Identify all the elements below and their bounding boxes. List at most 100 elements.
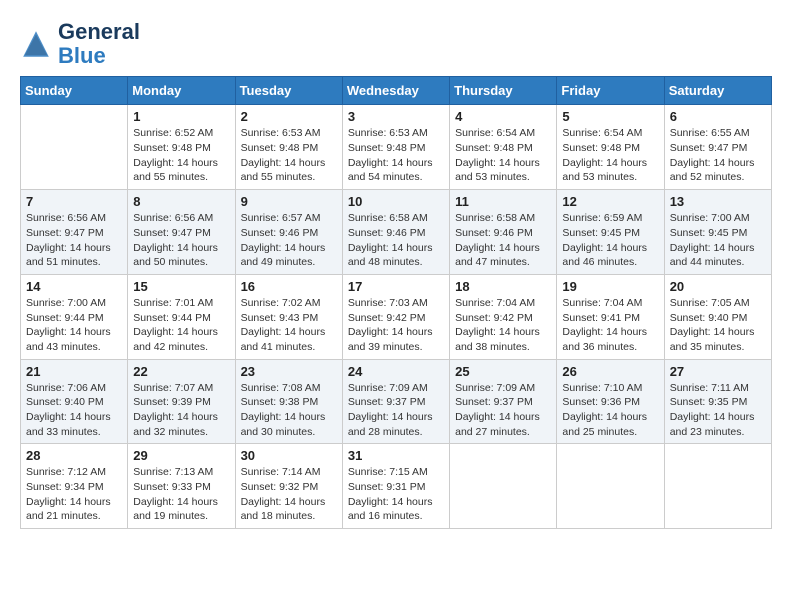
calendar-cell: 1 Sunrise: 6:52 AM Sunset: 9:48 PM Daylig…	[128, 105, 235, 190]
header-monday: Monday	[128, 77, 235, 105]
logo-text: GeneralBlue	[58, 20, 140, 68]
calendar-header-row: SundayMondayTuesdayWednesdayThursdayFrid…	[21, 77, 772, 105]
calendar-cell	[21, 105, 128, 190]
header-tuesday: Tuesday	[235, 77, 342, 105]
calendar-cell: 6 Sunrise: 6:55 AM Sunset: 9:47 PM Daylig…	[664, 105, 771, 190]
day-info: Sunrise: 7:01 AM Sunset: 9:44 PM Dayligh…	[133, 296, 229, 355]
calendar-cell: 31 Sunrise: 7:15 AM Sunset: 9:31 PM Dayli…	[342, 444, 449, 529]
calendar-cell: 23Sunrise: 7:08 AM Sunset: 9:38 PM Dayli…	[235, 359, 342, 444]
calendar-cell	[557, 444, 664, 529]
day-number: 27	[670, 364, 766, 379]
calendar-cell: 3Sunrise: 6:53 AM Sunset: 9:48 PM Daylig…	[342, 105, 449, 190]
logo: GeneralBlue	[20, 20, 140, 68]
day-info: Sunrise: 7:10 AM Sunset: 9:36 PM Dayligh…	[562, 381, 658, 440]
day-number: 20	[670, 279, 766, 294]
day-number: 1	[133, 109, 229, 124]
day-info: Sunrise: 6:54 AM Sunset: 9:48 PM Dayligh…	[455, 126, 551, 185]
day-info: Sunrise: 7:02 AM Sunset: 9:43 PM Dayligh…	[241, 296, 337, 355]
day-number: 25	[455, 364, 551, 379]
day-number: 22	[133, 364, 229, 379]
day-info: Sunrise: 7:11 AM Sunset: 9:35 PM Dayligh…	[670, 381, 766, 440]
day-number: 28	[26, 448, 122, 463]
day-number: 10	[348, 194, 444, 209]
day-info: Sunrise: 7:12 AM Sunset: 9:34 PM Dayligh…	[26, 465, 122, 524]
day-number: 30	[241, 448, 337, 463]
header-wednesday: Wednesday	[342, 77, 449, 105]
calendar-cell: 20 Sunrise: 7:05 AM Sunset: 9:40 PM Dayli…	[664, 274, 771, 359]
calendar-cell: 15 Sunrise: 7:01 AM Sunset: 9:44 PM Dayli…	[128, 274, 235, 359]
day-info: Sunrise: 6:55 AM Sunset: 9:47 PM Dayligh…	[670, 126, 766, 185]
calendar-cell: 9 Sunrise: 6:57 AM Sunset: 9:46 PM Daylig…	[235, 190, 342, 275]
calendar-cell: 27 Sunrise: 7:11 AM Sunset: 9:35 PM Dayli…	[664, 359, 771, 444]
day-number: 24	[348, 364, 444, 379]
header-sunday: Sunday	[21, 77, 128, 105]
day-number: 21	[26, 364, 122, 379]
calendar-cell: 21 Sunrise: 7:06 AM Sunset: 9:40 PM Dayli…	[21, 359, 128, 444]
day-number: 19	[562, 279, 658, 294]
day-number: 15	[133, 279, 229, 294]
week-row-2: 7 Sunrise: 6:56 AM Sunset: 9:47 PM Daylig…	[21, 190, 772, 275]
day-info: Sunrise: 7:08 AM Sunset: 9:38 PM Dayligh…	[241, 381, 337, 440]
day-number: 18	[455, 279, 551, 294]
calendar-cell: 29Sunrise: 7:13 AM Sunset: 9:33 PM Dayli…	[128, 444, 235, 529]
day-info: Sunrise: 6:54 AM Sunset: 9:48 PM Dayligh…	[562, 126, 658, 185]
day-number: 8	[133, 194, 229, 209]
day-info: Sunrise: 7:05 AM Sunset: 9:40 PM Dayligh…	[670, 296, 766, 355]
calendar-cell: 8 Sunrise: 6:56 AM Sunset: 9:47 PM Daylig…	[128, 190, 235, 275]
week-row-5: 28 Sunrise: 7:12 AM Sunset: 9:34 PM Dayli…	[21, 444, 772, 529]
calendar-cell: 2Sunrise: 6:53 AM Sunset: 9:48 PM Daylig…	[235, 105, 342, 190]
day-info: Sunrise: 7:14 AM Sunset: 9:32 PM Dayligh…	[241, 465, 337, 524]
calendar: SundayMondayTuesdayWednesdayThursdayFrid…	[20, 76, 772, 529]
calendar-cell	[450, 444, 557, 529]
calendar-cell: 16 Sunrise: 7:02 AM Sunset: 9:43 PM Dayli…	[235, 274, 342, 359]
day-info: Sunrise: 6:56 AM Sunset: 9:47 PM Dayligh…	[26, 211, 122, 270]
day-number: 29	[133, 448, 229, 463]
day-info: Sunrise: 6:57 AM Sunset: 9:46 PM Dayligh…	[241, 211, 337, 270]
day-info: Sunrise: 7:00 AM Sunset: 9:44 PM Dayligh…	[26, 296, 122, 355]
calendar-cell: 22 Sunrise: 7:07 AM Sunset: 9:39 PM Dayli…	[128, 359, 235, 444]
calendar-cell: 18 Sunrise: 7:04 AM Sunset: 9:42 PM Dayli…	[450, 274, 557, 359]
day-info: Sunrise: 6:58 AM Sunset: 9:46 PM Dayligh…	[455, 211, 551, 270]
day-info: Sunrise: 6:59 AM Sunset: 9:45 PM Dayligh…	[562, 211, 658, 270]
day-info: Sunrise: 7:07 AM Sunset: 9:39 PM Dayligh…	[133, 381, 229, 440]
day-number: 12	[562, 194, 658, 209]
week-row-1: 1 Sunrise: 6:52 AM Sunset: 9:48 PM Daylig…	[21, 105, 772, 190]
calendar-cell	[664, 444, 771, 529]
day-number: 2	[241, 109, 337, 124]
calendar-cell: 4 Sunrise: 6:54 AM Sunset: 9:48 PM Daylig…	[450, 105, 557, 190]
day-info: Sunrise: 6:56 AM Sunset: 9:47 PM Dayligh…	[133, 211, 229, 270]
day-info: Sunrise: 7:06 AM Sunset: 9:40 PM Dayligh…	[26, 381, 122, 440]
day-number: 9	[241, 194, 337, 209]
calendar-cell: 5Sunrise: 6:54 AM Sunset: 9:48 PM Daylig…	[557, 105, 664, 190]
calendar-cell: 10 Sunrise: 6:58 AM Sunset: 9:46 PM Dayli…	[342, 190, 449, 275]
day-info: Sunrise: 7:04 AM Sunset: 9:42 PM Dayligh…	[455, 296, 551, 355]
logo-icon	[20, 28, 52, 60]
day-number: 11	[455, 194, 551, 209]
calendar-cell: 7 Sunrise: 6:56 AM Sunset: 9:47 PM Daylig…	[21, 190, 128, 275]
day-number: 31	[348, 448, 444, 463]
day-number: 3	[348, 109, 444, 124]
calendar-cell: 12 Sunrise: 6:59 AM Sunset: 9:45 PM Dayli…	[557, 190, 664, 275]
day-number: 6	[670, 109, 766, 124]
header-saturday: Saturday	[664, 77, 771, 105]
day-info: Sunrise: 7:09 AM Sunset: 9:37 PM Dayligh…	[455, 381, 551, 440]
header-thursday: Thursday	[450, 77, 557, 105]
day-info: Sunrise: 7:15 AM Sunset: 9:31 PM Dayligh…	[348, 465, 444, 524]
day-info: Sunrise: 7:09 AM Sunset: 9:37 PM Dayligh…	[348, 381, 444, 440]
day-info: Sunrise: 6:58 AM Sunset: 9:46 PM Dayligh…	[348, 211, 444, 270]
calendar-cell: 30 Sunrise: 7:14 AM Sunset: 9:32 PM Dayli…	[235, 444, 342, 529]
day-number: 16	[241, 279, 337, 294]
calendar-cell: 24 Sunrise: 7:09 AM Sunset: 9:37 PM Dayli…	[342, 359, 449, 444]
day-number: 4	[455, 109, 551, 124]
day-info: Sunrise: 6:52 AM Sunset: 9:48 PM Dayligh…	[133, 126, 229, 185]
calendar-cell: 26Sunrise: 7:10 AM Sunset: 9:36 PM Dayli…	[557, 359, 664, 444]
header: GeneralBlue	[20, 20, 772, 68]
day-number: 17	[348, 279, 444, 294]
calendar-cell: 13Sunrise: 7:00 AM Sunset: 9:45 PM Dayli…	[664, 190, 771, 275]
calendar-cell: 25 Sunrise: 7:09 AM Sunset: 9:37 PM Dayli…	[450, 359, 557, 444]
calendar-cell: 17Sunrise: 7:03 AM Sunset: 9:42 PM Dayli…	[342, 274, 449, 359]
week-row-3: 14Sunrise: 7:00 AM Sunset: 9:44 PM Dayli…	[21, 274, 772, 359]
day-info: Sunrise: 7:04 AM Sunset: 9:41 PM Dayligh…	[562, 296, 658, 355]
day-number: 7	[26, 194, 122, 209]
week-row-4: 21 Sunrise: 7:06 AM Sunset: 9:40 PM Dayli…	[21, 359, 772, 444]
